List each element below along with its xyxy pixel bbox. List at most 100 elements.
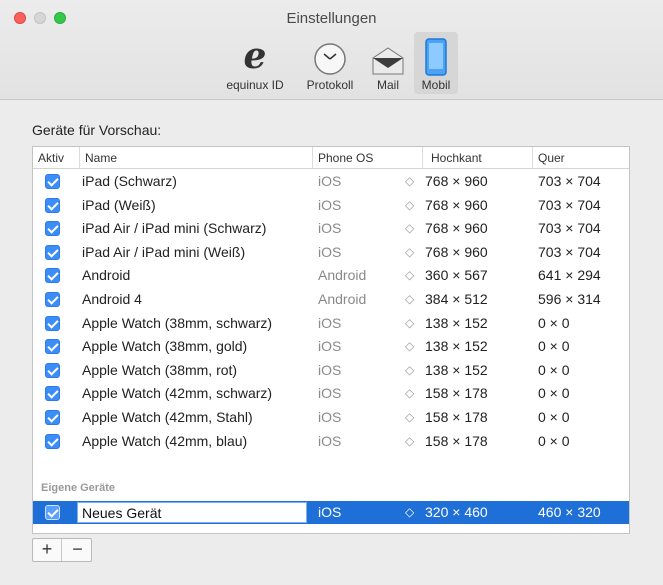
os-cell[interactable]: iOS bbox=[318, 501, 341, 524]
aktiv-checkbox[interactable] bbox=[45, 197, 60, 213]
device-row[interactable]: Apple Watch (42mm, schwarz) iOS ◇ 158 × 178… bbox=[33, 382, 629, 405]
os-cell[interactable]: iOS bbox=[318, 382, 341, 405]
column-header-aktiv[interactable]: Aktiv bbox=[33, 147, 79, 169]
column-header-hochkant[interactable]: Hochkant bbox=[422, 147, 532, 169]
aktiv-checkbox[interactable] bbox=[45, 292, 60, 307]
os-cell[interactable]: Android bbox=[318, 288, 366, 311]
column-header-name[interactable]: Name bbox=[79, 147, 312, 169]
device-name: iPad Air / iPad mini (Schwarz) bbox=[82, 220, 267, 237]
os-cell[interactable]: iOS bbox=[318, 170, 341, 193]
quer-cell[interactable]: 0 × 0 bbox=[538, 406, 570, 429]
group-label: Eigene Geräte bbox=[41, 482, 115, 494]
device-row[interactable]: Apple Watch (38mm, rot) iOS ◇ 138 × 152 0 × … bbox=[33, 359, 629, 382]
quer-cell[interactable]: 460 × 320 bbox=[538, 501, 601, 524]
hochkant-cell[interactable]: 360 × 567 bbox=[425, 264, 488, 287]
quer-cell[interactable]: 703 × 704 bbox=[538, 194, 601, 217]
remove-device-button[interactable]: − bbox=[63, 539, 92, 561]
device-name: iPad Air / iPad mini (Weiß) bbox=[82, 243, 246, 260]
hochkant-cell[interactable]: 768 × 960 bbox=[425, 217, 488, 240]
aktiv-checkbox[interactable] bbox=[45, 268, 60, 284]
hochkant-cell[interactable]: 768 × 960 bbox=[425, 170, 488, 193]
device-row[interactable]: Apple Watch (42mm, Stahl) iOS ◇ 158 × 178 0 … bbox=[33, 406, 629, 429]
aktiv-checkbox[interactable] bbox=[45, 339, 60, 355]
device-table: Aktiv Name Phone OS Hochkant Quer iPad (… bbox=[32, 146, 630, 534]
stepper-icon[interactable]: ◇ bbox=[405, 264, 414, 287]
os-cell[interactable]: iOS bbox=[318, 312, 341, 335]
stepper-icon[interactable]: ◇ bbox=[405, 194, 414, 217]
device-name: Apple Watch (42mm, blau) bbox=[82, 432, 248, 449]
os-cell[interactable]: iOS bbox=[318, 359, 341, 382]
aktiv-checkbox[interactable] bbox=[45, 410, 60, 425]
hochkant-cell[interactable]: 138 × 152 bbox=[425, 335, 488, 358]
section-title: Geräte für Vorschau: bbox=[32, 122, 162, 138]
stepper-icon[interactable]: ◇ bbox=[405, 430, 414, 453]
device-name: Apple Watch (38mm, schwarz) bbox=[82, 314, 273, 331]
hochkant-cell[interactable]: 138 × 152 bbox=[425, 359, 488, 382]
quer-cell[interactable]: 703 × 704 bbox=[538, 170, 601, 193]
aktiv-checkbox[interactable] bbox=[45, 315, 60, 331]
quer-cell[interactable]: 0 × 0 bbox=[538, 382, 570, 405]
hochkant-cell[interactable]: 768 × 960 bbox=[425, 194, 488, 217]
quer-cell[interactable]: 703 × 704 bbox=[538, 241, 601, 264]
hochkant-cell[interactable]: 158 × 178 bbox=[425, 430, 488, 453]
stepper-icon[interactable]: ◇ bbox=[405, 406, 414, 429]
quer-cell[interactable]: 0 × 0 bbox=[538, 312, 570, 335]
stepper-icon[interactable]: ◇ bbox=[405, 335, 414, 358]
os-cell[interactable]: iOS bbox=[318, 194, 341, 217]
os-cell[interactable]: iOS bbox=[318, 335, 341, 358]
device-row[interactable]: Apple Watch (38mm, gold) iOS ◇ 138 × 152 0 ×… bbox=[33, 335, 629, 358]
quer-cell[interactable]: 0 × 0 bbox=[538, 335, 570, 358]
add-device-button[interactable]: + bbox=[33, 539, 62, 561]
hochkant-cell[interactable]: 158 × 178 bbox=[425, 382, 488, 405]
os-cell[interactable]: iOS bbox=[318, 217, 341, 240]
aktiv-checkbox[interactable] bbox=[45, 386, 60, 402]
stepper-icon[interactable]: ◇ bbox=[405, 241, 414, 264]
device-row[interactable]: Apple Watch (38mm, schwarz) iOS ◇ 138 × 152… bbox=[33, 312, 629, 335]
column-header-os[interactable]: Phone OS bbox=[312, 147, 422, 169]
custom-device-row[interactable]: iOS ◇ 320 × 460 460 × 320 bbox=[33, 501, 629, 524]
toolbar-item-mobil[interactable]: Mobil bbox=[414, 32, 458, 94]
quer-cell[interactable]: 0 × 0 bbox=[538, 359, 570, 382]
hochkant-cell[interactable]: 158 × 178 bbox=[425, 406, 488, 429]
stepper-icon[interactable]: ◇ bbox=[405, 170, 414, 193]
os-cell[interactable]: iOS bbox=[318, 406, 341, 429]
toolbar: Einstellungen e equinux ID Protokoll Mai… bbox=[0, 0, 663, 100]
toolbar-item-equinux-id[interactable]: e equinux ID bbox=[218, 32, 292, 94]
hochkant-cell[interactable]: 384 × 512 bbox=[425, 288, 488, 311]
device-row[interactable]: Android Android ◇ 360 × 567 641 × 294 bbox=[33, 264, 629, 287]
aktiv-checkbox[interactable] bbox=[45, 505, 60, 520]
stepper-icon[interactable]: ◇ bbox=[405, 312, 414, 335]
stepper-icon[interactable]: ◇ bbox=[405, 501, 414, 524]
device-row[interactable]: iPad (Weiß) iOS ◇ 768 × 960 703 × 704 bbox=[33, 194, 629, 217]
stepper-icon[interactable]: ◇ bbox=[405, 288, 414, 311]
os-cell[interactable]: Android bbox=[318, 264, 366, 287]
device-row[interactable]: iPad (Schwarz) iOS ◇ 768 × 960 703 × 704 bbox=[33, 170, 629, 193]
hochkant-cell[interactable]: 138 × 152 bbox=[425, 312, 488, 335]
device-name: iPad (Schwarz) bbox=[82, 173, 177, 189]
device-name: Apple Watch (42mm, schwarz) bbox=[82, 385, 273, 402]
aktiv-checkbox[interactable] bbox=[45, 433, 60, 449]
stepper-icon[interactable]: ◇ bbox=[405, 382, 414, 405]
os-cell[interactable]: iOS bbox=[318, 430, 341, 453]
device-row[interactable]: Apple Watch (42mm, blau) iOS ◇ 158 × 178 0 ×… bbox=[33, 430, 629, 453]
toolbar-item-mail[interactable]: Mail bbox=[366, 32, 410, 94]
hochkant-cell[interactable]: 768 × 960 bbox=[425, 241, 488, 264]
aktiv-checkbox[interactable] bbox=[45, 244, 60, 260]
column-header-quer[interactable]: Quer bbox=[532, 147, 629, 169]
aktiv-checkbox[interactable] bbox=[45, 221, 60, 237]
quer-cell[interactable]: 703 × 704 bbox=[538, 217, 601, 240]
device-row[interactable]: iPad Air / iPad mini (Weiß) iOS ◇ 768 × 960… bbox=[33, 241, 629, 264]
aktiv-checkbox[interactable] bbox=[45, 362, 60, 378]
aktiv-checkbox[interactable] bbox=[45, 174, 60, 189]
device-row[interactable]: Android 4 Android ◇ 384 × 512 596 × 314 bbox=[33, 288, 629, 311]
hochkant-cell[interactable]: 320 × 460 bbox=[425, 501, 488, 524]
device-row[interactable]: iPad Air / iPad mini (Schwarz) iOS ◇ 768 × … bbox=[33, 217, 629, 240]
stepper-icon[interactable]: ◇ bbox=[405, 359, 414, 382]
os-cell[interactable]: iOS bbox=[318, 241, 341, 264]
toolbar-item-protokoll[interactable]: Protokoll bbox=[298, 32, 362, 94]
stepper-icon[interactable]: ◇ bbox=[405, 217, 414, 240]
device-name-input[interactable] bbox=[77, 502, 307, 523]
quer-cell[interactable]: 0 × 0 bbox=[538, 430, 570, 453]
quer-cell[interactable]: 596 × 314 bbox=[538, 288, 601, 311]
quer-cell[interactable]: 641 × 294 bbox=[538, 264, 601, 287]
